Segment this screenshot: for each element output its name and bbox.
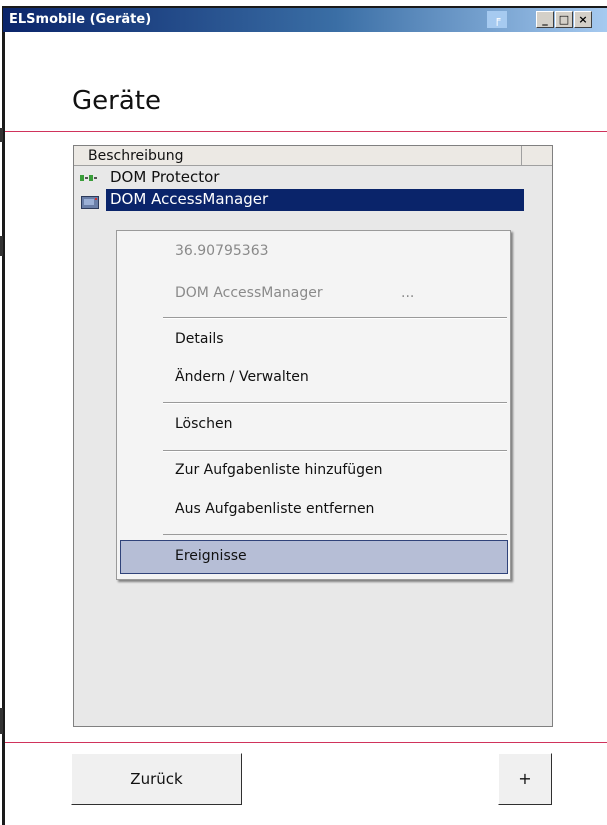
list-item[interactable]: DOM Protector xyxy=(80,167,280,189)
menu-item-remove-from-tasklist[interactable]: Aus Aufgabenliste entfernen xyxy=(175,501,374,517)
minimize-button[interactable]: _ xyxy=(536,11,554,28)
page-title: Geräte xyxy=(72,86,161,116)
column-header[interactable]: Beschreibung xyxy=(74,146,522,166)
column-header-label: Beschreibung xyxy=(88,148,184,164)
close-button[interactable]: × xyxy=(574,11,592,28)
list-item-selected[interactable]: DOM AccessManager xyxy=(106,189,524,211)
menu-info-value: 36.90795363 xyxy=(175,243,269,259)
menu-info-name: DOM AccessManager xyxy=(175,285,323,301)
add-button[interactable]: + xyxy=(498,753,552,805)
menu-separator-highlight xyxy=(163,451,507,452)
edge-mark xyxy=(0,128,3,142)
menu-item-add-to-tasklist[interactable]: Zur Aufgabenliste hinzufügen xyxy=(175,462,383,478)
menu-separator-highlight xyxy=(163,318,507,319)
maximize-button[interactable]: □ xyxy=(555,11,573,28)
pin-icon[interactable]: ╒ xyxy=(487,11,507,28)
menu-info-ellipsis: ... xyxy=(401,285,415,301)
menu-separator-highlight xyxy=(163,403,507,404)
window-title: ELSmobile (Geräte) xyxy=(9,12,152,27)
header-divider xyxy=(5,131,607,132)
edge-mark xyxy=(0,708,3,734)
menu-item-events-label: Ereignisse xyxy=(175,548,247,564)
edge-mark xyxy=(0,236,3,256)
device-monitor-icon xyxy=(81,194,99,209)
column-header-filler xyxy=(522,146,552,166)
title-bar[interactable]: ELSmobile (Geräte) ╒ _ □ × xyxy=(3,8,607,32)
menu-item-details[interactable]: Details xyxy=(175,331,224,347)
context-menu: 36.90795363 DOM AccessManager ... Detail… xyxy=(116,230,511,580)
menu-item-events[interactable]: Ereignisse xyxy=(120,540,508,574)
list-item-label: DOM Protector xyxy=(110,168,220,186)
device-green-icon xyxy=(80,171,98,184)
list-item-label: DOM AccessManager xyxy=(110,190,269,208)
menu-separator xyxy=(163,534,507,535)
menu-item-edit[interactable]: Ändern / Verwalten xyxy=(175,369,309,385)
footer-divider xyxy=(5,742,607,743)
menu-item-delete[interactable]: Löschen xyxy=(175,416,232,432)
back-button[interactable]: Zurück xyxy=(71,753,242,805)
